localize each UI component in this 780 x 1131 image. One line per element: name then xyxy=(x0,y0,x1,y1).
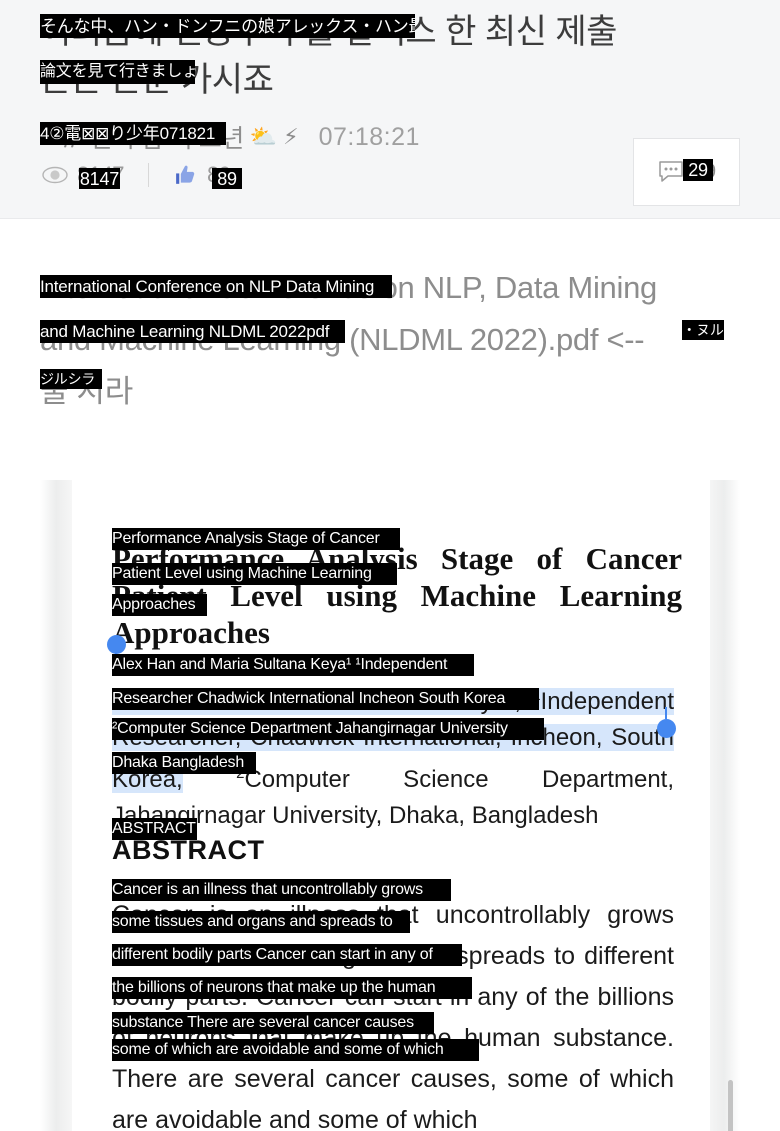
ocr-overlay-author: 4②電⊠⊠り少年071821 xyxy=(40,122,226,145)
ocr-overlay-comment-count: 29 xyxy=(683,159,713,181)
ocr-overlay-view-count: 8147 xyxy=(79,168,120,189)
ocr-overlay-abstract-line3: different bodily parts Cancer can start … xyxy=(112,944,462,966)
speech-bubble-icon xyxy=(659,160,683,182)
cloud-icon: ⛅ xyxy=(249,124,278,149)
ocr-overlay-filename-line2: and Machine Learning NLDML 2022pdf xyxy=(40,320,345,343)
ocr-overlay-doc-title-line1: Performance Analysis Stage of Cancer xyxy=(112,528,400,550)
ocr-overlay-null-label: ・ヌル xyxy=(682,320,724,340)
ocr-overlay-doc-title-line3: Approaches xyxy=(112,594,207,616)
post-timestamp: 07:18:21 xyxy=(318,122,420,151)
selection-handle-end[interactable] xyxy=(657,707,676,738)
ocr-overlay-abstract-line4: the billions of neurons that make up the… xyxy=(112,977,472,999)
ocr-overlay-authors-line4: Dhaka Bangladesh xyxy=(112,752,256,774)
ocr-overlay-abstract-line5: substance There are several cancer cause… xyxy=(112,1012,434,1034)
ocr-overlay-authors-line1: Alex Han and Maria Sultana Keya¹ ¹Indepe… xyxy=(112,654,474,676)
ocr-overlay-title-line2: 論文を見て行きましょう。 xyxy=(40,60,195,84)
selection-handle-start[interactable] xyxy=(107,635,126,661)
thumbs-up-icon[interactable] xyxy=(173,163,198,188)
ocr-overlay-authors-line2: Researcher Chadwick International Incheo… xyxy=(112,688,539,710)
ocr-overlay-like-count: 89 xyxy=(212,168,242,189)
ocr-overlay-filename-line3: ジルシラ xyxy=(40,369,102,389)
eye-icon xyxy=(42,166,68,184)
lightning-icon: ⚡ xyxy=(283,124,299,149)
ocr-overlay-title-line1: そんな中、ハン・ドンフニの娘アレックス・ハン最新提出 xyxy=(40,14,415,38)
post-stats: 8147 89 xyxy=(42,162,231,188)
filename-row-3: 줄 시라 xyxy=(40,374,133,409)
selection-handle-end-stem xyxy=(665,707,667,719)
ocr-overlay-abstract-line6: some of which are avoidable and some of … xyxy=(112,1039,479,1061)
ocr-overlay-abstract-line2: some tissues and organs and spreads to xyxy=(112,911,410,933)
ocr-overlay-abstract-line1: Cancer is an illness that uncontrollably… xyxy=(112,879,451,901)
scrollbar-thumb[interactable] xyxy=(728,1080,733,1131)
ocr-overlay-authors-line3: ²Computer Science Department Jahangirnag… xyxy=(112,718,544,740)
ocr-overlay-filename-line1: International Conference on NLP Data Min… xyxy=(40,275,392,298)
stats-divider xyxy=(147,163,149,187)
ocr-overlay-doc-title-line2: Patient Level using Machine Learning xyxy=(112,563,397,585)
ocr-overlay-abstract-heading: ABSTRACT xyxy=(112,818,197,840)
